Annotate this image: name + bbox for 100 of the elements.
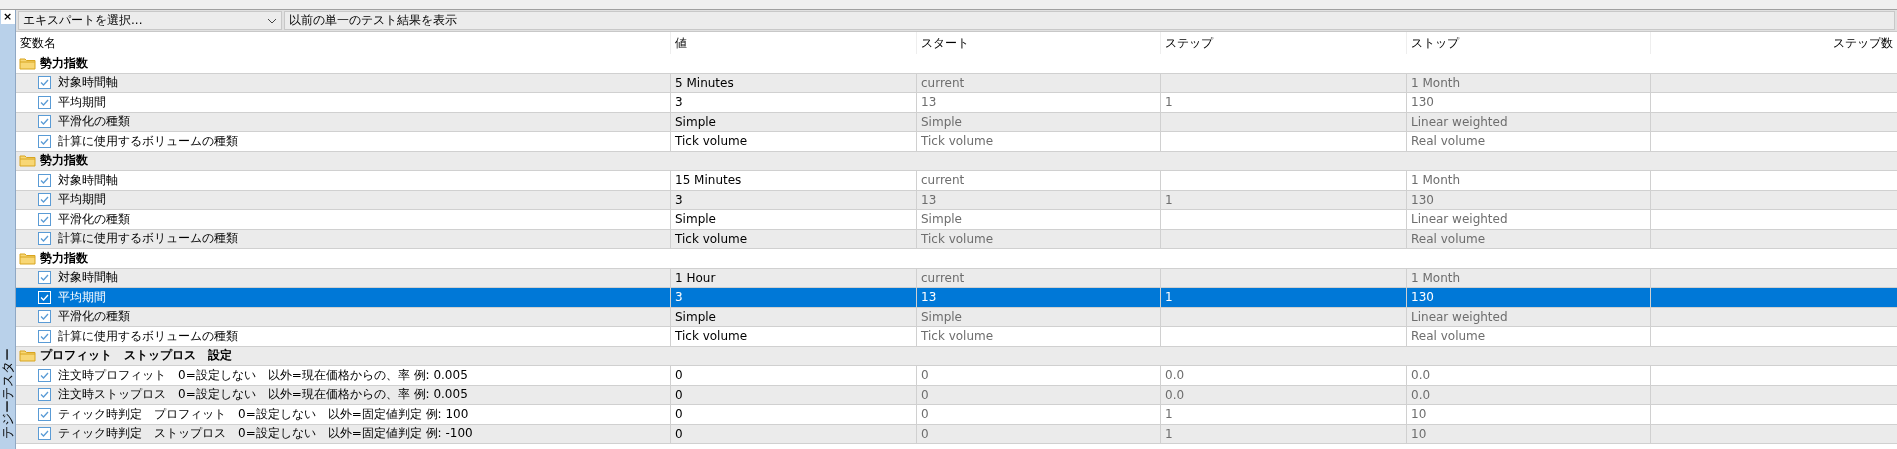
column-header[interactable]: ステップ数 <box>1650 32 1897 54</box>
parameter-name: 対象時間軸 <box>58 171 118 189</box>
folder-icon <box>19 251 36 265</box>
step-cell: 1 <box>1160 288 1406 308</box>
value-cell: 1 Hour <box>670 268 916 288</box>
folder-icon <box>19 349 36 363</box>
parameter-row[interactable]: 計算に使用するボリュームの種類 <box>16 229 670 249</box>
start-cell: Simple <box>916 307 1160 327</box>
parameter-name: 対象時間軸 <box>58 74 118 92</box>
value-cell: Simple <box>670 112 916 132</box>
value-cell: 0 <box>670 366 916 386</box>
expert-dropdown[interactable]: エキスパートを選択... <box>18 11 282 30</box>
checkbox[interactable] <box>38 310 51 324</box>
column-header[interactable]: ステップ <box>1160 32 1406 54</box>
group-row[interactable]: 勢力指数 <box>16 249 1897 269</box>
parameter-name: 計算に使用するボリュームの種類 <box>58 132 238 150</box>
parameter-name: 計算に使用するボリュームの種類 <box>58 230 238 248</box>
folder-icon <box>19 154 36 168</box>
parameter-name: 平均期間 <box>58 93 106 111</box>
parameter-row[interactable]: ティック時判定 プロフィット 0=設定しない 以外=固定値判定 例: 100 <box>16 405 670 425</box>
stop-cell: 0.0 <box>1406 385 1650 405</box>
checkbox[interactable] <box>38 271 51 285</box>
checkbox[interactable] <box>38 76 51 90</box>
stop-cell: 1 Month <box>1406 73 1650 93</box>
step-cell: 1 <box>1160 190 1406 210</box>
start-cell: 13 <box>916 190 1160 210</box>
value-cell: Simple <box>670 210 916 230</box>
checkbox[interactable] <box>38 95 51 109</box>
parameter-name: 注文時ストップロス 0=設定しない 以外=現在価格からの、率 例: 0.005 <box>58 386 468 404</box>
checkbox[interactable] <box>38 115 51 129</box>
parameter-row[interactable]: 対象時間軸 <box>16 73 670 93</box>
step-cell: 1 <box>1160 93 1406 113</box>
start-cell: 13 <box>916 93 1160 113</box>
parameter-name: 平滑化の種類 <box>58 308 130 326</box>
stop-cell: 1 Month <box>1406 171 1650 191</box>
show-results-button[interactable]: 以前の単一のテスト結果を表示 <box>284 11 1895 30</box>
parameter-name: 平滑化の種類 <box>58 210 130 228</box>
start-cell: 0 <box>916 405 1160 425</box>
stop-cell: 130 <box>1406 288 1650 308</box>
parameter-row[interactable]: 注文時ストップロス 0=設定しない 以外=現在価格からの、率 例: 0.005 <box>16 385 670 405</box>
stop-cell: 1 Month <box>1406 268 1650 288</box>
value-cell: Tick volume <box>670 229 916 249</box>
start-cell: current <box>916 73 1160 93</box>
checkbox[interactable] <box>38 329 51 343</box>
parameter-row[interactable]: 平滑化の種類 <box>16 210 670 230</box>
stop-cell: 10 <box>1406 424 1650 444</box>
value-cell: 3 <box>670 190 916 210</box>
parameter-row[interactable]: 平滑化の種類 <box>16 112 670 132</box>
group-name: 勢力指数 <box>40 152 88 170</box>
parameter-row[interactable]: 対象時間軸 <box>16 171 670 191</box>
value-cell: Tick volume <box>670 132 916 152</box>
folder-icon <box>19 56 36 70</box>
parameter-row[interactable]: 計算に使用するボリュームの種類 <box>16 132 670 152</box>
stop-cell: 0.0 <box>1406 366 1650 386</box>
parameter-row[interactable]: 平均期間 <box>16 93 670 113</box>
parameter-row[interactable]: 平滑化の種類 <box>16 307 670 327</box>
stop-cell: Linear weighted <box>1406 112 1650 132</box>
checkbox[interactable] <box>38 193 51 207</box>
value-cell: 15 Minutes <box>670 171 916 191</box>
parameter-row[interactable]: 注文時プロフィット 0=設定しない 以外=現在価格からの、率 例: 0.005 <box>16 366 670 386</box>
group-row[interactable]: プロフィット ストップロス 設定 <box>16 346 1897 366</box>
parameter-row[interactable]: 平均期間 <box>16 288 670 308</box>
stop-cell: 130 <box>1406 93 1650 113</box>
group-name: 勢力指数 <box>40 54 88 72</box>
checkbox[interactable] <box>38 173 51 187</box>
start-cell: 0 <box>916 424 1160 444</box>
panel-title: テジーテスター <box>0 347 15 441</box>
close-button[interactable]: × <box>0 10 15 24</box>
start-cell: Tick volume <box>916 132 1160 152</box>
parameter-name: 平滑化の種類 <box>58 113 130 131</box>
checkbox[interactable] <box>38 232 51 246</box>
checkbox[interactable] <box>38 407 51 421</box>
parameter-row[interactable]: 計算に使用するボリュームの種類 <box>16 327 670 347</box>
column-header[interactable]: 値 <box>670 32 916 54</box>
parameter-name: 注文時プロフィット 0=設定しない 以外=現在価格からの、率 例: 0.005 <box>58 366 468 384</box>
parameter-row[interactable]: 平均期間 <box>16 190 670 210</box>
value-cell: 0 <box>670 385 916 405</box>
checkbox[interactable] <box>38 427 51 441</box>
group-row[interactable]: 勢力指数 <box>16 151 1897 171</box>
value-cell: 0 <box>670 424 916 444</box>
column-header[interactable]: ストップ <box>1406 32 1650 54</box>
stop-cell: Real volume <box>1406 132 1650 152</box>
start-cell: current <box>916 268 1160 288</box>
parameter-name: 対象時間軸 <box>58 269 118 287</box>
column-header[interactable]: スタート <box>916 32 1160 54</box>
checkbox[interactable] <box>38 212 51 226</box>
step-cell: 0.0 <box>1160 385 1406 405</box>
checkbox[interactable] <box>38 134 51 148</box>
parameter-row[interactable]: ティック時判定 ストップロス 0=設定しない 以外=固定値判定 例: -100 <box>16 424 670 444</box>
group-row[interactable]: 勢力指数 <box>16 54 1897 74</box>
checkbox[interactable] <box>38 388 51 402</box>
stop-cell: Real volume <box>1406 229 1650 249</box>
value-cell: Simple <box>670 307 916 327</box>
parameter-name: ティック時判定 プロフィット 0=設定しない 以外=固定値判定 例: 100 <box>58 405 469 423</box>
step-cell: 1 <box>1160 424 1406 444</box>
checkbox[interactable] <box>38 368 51 382</box>
parameter-row[interactable]: 対象時間軸 <box>16 268 670 288</box>
value-cell: 0 <box>670 405 916 425</box>
parameter-name: 計算に使用するボリュームの種類 <box>58 327 238 345</box>
column-header[interactable]: 変数名 <box>16 32 670 54</box>
